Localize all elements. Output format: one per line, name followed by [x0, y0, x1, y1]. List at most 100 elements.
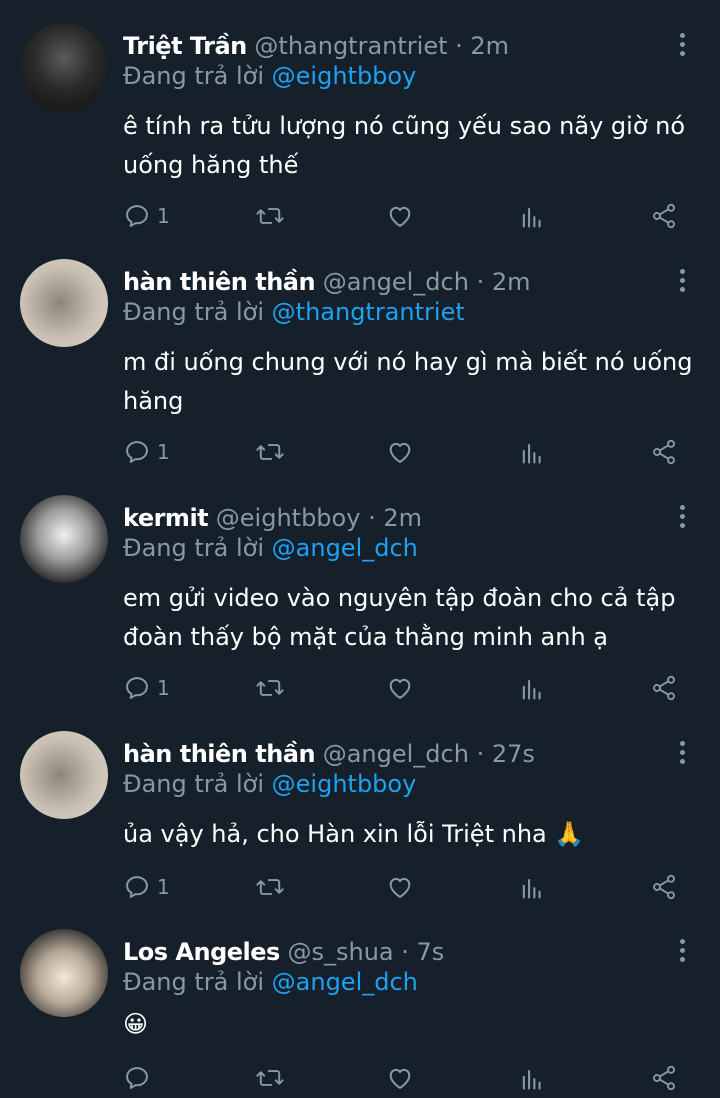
tweet-text: ê tính ra tửu lượng nó cũng yếu sao nãy …	[123, 112, 686, 179]
handle[interactable]: @angel_dch	[323, 268, 469, 296]
tweet-text: ủa vậy hả, cho Hàn xin lỗi Triệt nha 🙏	[123, 820, 585, 848]
mention-link[interactable]: @thangtrantriet	[272, 298, 465, 326]
avatar[interactable]	[20, 259, 108, 347]
retweet-icon	[256, 680, 284, 696]
display-name[interactable]: hàn thiên thần	[123, 740, 316, 768]
handle[interactable]: @s_shua	[287, 938, 393, 966]
action-bar: 1	[0, 199, 720, 233]
timestamp[interactable]: · 2m	[477, 268, 531, 296]
action-bar: 1	[0, 435, 720, 469]
like-icon	[389, 877, 411, 898]
like-button[interactable]	[386, 870, 414, 904]
reply-count: 1	[157, 676, 170, 700]
reply-button[interactable]	[123, 1061, 157, 1095]
reply-button[interactable]: 1	[123, 435, 170, 469]
analytics-button[interactable]	[518, 671, 546, 705]
like-button[interactable]	[386, 435, 414, 469]
like-icon	[389, 678, 411, 699]
retweet-icon	[256, 208, 284, 224]
display-name[interactable]: hàn thiên thần	[123, 268, 316, 296]
avatar[interactable]	[20, 495, 108, 583]
analytics-button[interactable]	[518, 435, 546, 469]
timestamp[interactable]: · 2m	[368, 504, 422, 532]
retweet-button[interactable]	[255, 671, 285, 705]
retweet-button[interactable]	[255, 870, 285, 904]
handle[interactable]: @eightbboy	[216, 504, 361, 532]
timestamp[interactable]: · 7s	[401, 938, 444, 966]
share-button[interactable]	[650, 199, 678, 233]
tweet-header: Triệt Trần @thangtrantriet · 2m	[123, 29, 509, 63]
share-button[interactable]	[650, 1061, 678, 1095]
timestamp[interactable]: · 2m	[455, 32, 509, 60]
analytics-icon	[522, 679, 541, 700]
timestamp[interactable]: · 27s	[477, 740, 535, 768]
reply-prefix: Đang trả lời	[123, 968, 265, 996]
reply-icon	[126, 205, 148, 227]
more-icon[interactable]	[672, 735, 692, 769]
share-icon	[653, 1065, 675, 1091]
like-button[interactable]	[386, 1061, 414, 1095]
display-name[interactable]: kermit	[123, 504, 209, 532]
display-name[interactable]: Los Angeles	[123, 938, 280, 966]
tweet-header: hàn thiên thần @angel_dch · 2m	[123, 265, 531, 299]
more-icon[interactable]	[672, 933, 692, 967]
analytics-icon	[522, 443, 541, 464]
avatar[interactable]	[20, 929, 108, 1017]
share-button[interactable]	[650, 435, 678, 469]
handle[interactable]: @angel_dch	[323, 740, 469, 768]
reply-icon	[126, 677, 148, 699]
retweet-icon	[256, 444, 284, 460]
reply-button[interactable]: 1	[123, 671, 170, 705]
share-button[interactable]	[650, 870, 678, 904]
reply-prefix: Đang trả lời	[123, 298, 265, 326]
share-icon	[653, 675, 675, 701]
analytics-button[interactable]	[518, 199, 546, 233]
tweet-header: hàn thiên thần @angel_dch · 27s	[123, 737, 535, 771]
reply-button[interactable]: 1	[123, 199, 170, 233]
share-button[interactable]	[650, 671, 678, 705]
share-icon	[653, 439, 675, 465]
retweet-icon	[256, 879, 284, 895]
tweet[interactable]: kermit @eightbboy · 2m Đang trả lời @ang…	[0, 495, 720, 711]
mention-link[interactable]: @angel_dch	[272, 968, 418, 996]
handle[interactable]: @thangtrantriet	[254, 32, 447, 60]
tweet-header: Los Angeles @s_shua · 7s	[123, 935, 444, 969]
analytics-button[interactable]	[518, 1061, 546, 1095]
reply-icon	[126, 876, 148, 898]
tweet[interactable]: hàn thiên thần @angel_dch · 27s Đang trả…	[0, 731, 720, 907]
action-bar: 1	[0, 671, 720, 705]
analytics-icon	[522, 878, 541, 899]
display-name[interactable]: Triệt Trần	[123, 32, 247, 60]
tweet[interactable]: Los Angeles @s_shua · 7s Đang trả lời @a…	[0, 929, 720, 1095]
reply-context: Đang trả lời @eightbboy	[123, 59, 416, 93]
retweet-button[interactable]	[255, 199, 285, 233]
reply-icon	[126, 441, 148, 463]
reply-count: 1	[157, 440, 170, 464]
mention-link[interactable]: @angel_dch	[272, 534, 418, 562]
retweet-button[interactable]	[255, 435, 285, 469]
retweet-icon	[256, 1070, 284, 1086]
mention-link[interactable]: @eightbboy	[272, 770, 417, 798]
reply-context: Đang trả lời @angel_dch	[123, 531, 418, 565]
mention-link[interactable]: @eightbboy	[272, 62, 417, 90]
tweet[interactable]: hàn thiên thần @angel_dch · 2m Đang trả …	[0, 259, 720, 475]
analytics-button[interactable]	[518, 870, 546, 904]
tweet-header: kermit @eightbboy · 2m	[123, 501, 422, 535]
reply-prefix: Đang trả lời	[123, 62, 265, 90]
avatar[interactable]	[20, 731, 108, 819]
action-bar: 1	[0, 870, 720, 904]
reply-context: Đang trả lời @thangtrantriet	[123, 295, 465, 329]
reply-icon	[126, 1067, 148, 1089]
retweet-button[interactable]	[255, 1061, 285, 1095]
more-icon[interactable]	[672, 263, 692, 297]
reply-button[interactable]: 1	[123, 870, 170, 904]
more-icon[interactable]	[672, 27, 692, 61]
analytics-icon	[522, 1069, 541, 1090]
tweet-text: m đi uống chung với nó hay gì mà biết nó…	[123, 348, 693, 415]
avatar[interactable]	[20, 23, 108, 111]
tweet[interactable]: Triệt Trần @thangtrantriet · 2m Đang trả…	[0, 23, 720, 239]
like-button[interactable]	[386, 671, 414, 705]
share-icon	[653, 203, 675, 229]
like-button[interactable]	[386, 199, 414, 233]
more-icon[interactable]	[672, 499, 692, 533]
